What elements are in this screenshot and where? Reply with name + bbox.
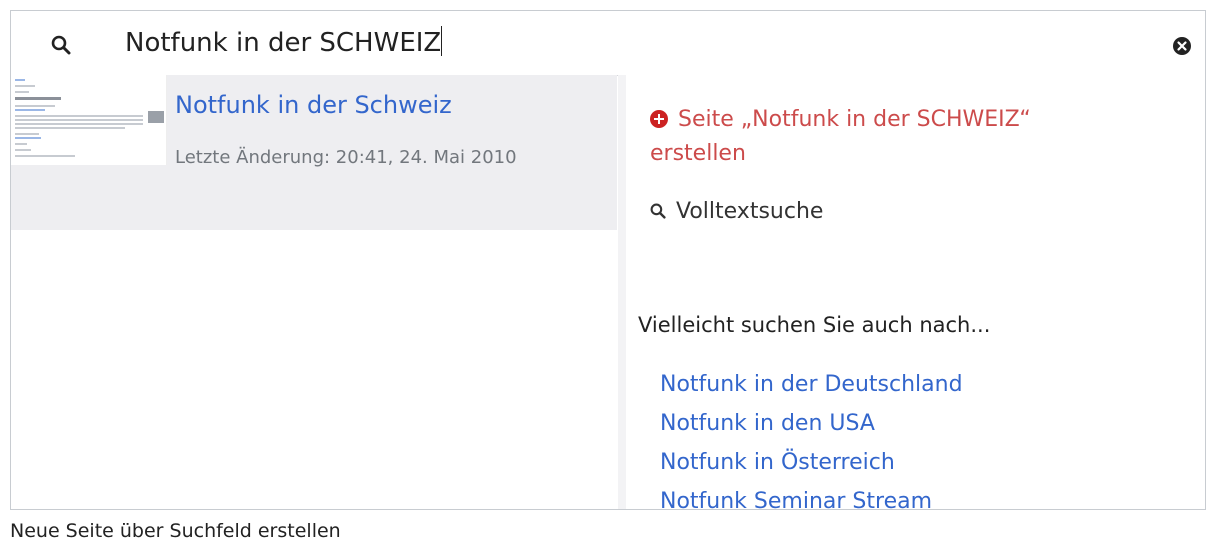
create-page-label: Seite „Notfunk in der SCHWEIZ“ erstellen [650, 107, 1031, 166]
result-meta: Letzte Änderung: 20:41, 24. Mai 2010 [175, 147, 517, 168]
search-input[interactable]: Notfunk in der SCHWEIZ [125, 25, 443, 61]
figure-caption: Neue Seite über Suchfeld erstellen [10, 520, 341, 542]
search-icon[interactable] [51, 35, 71, 55]
suggestion-link[interactable]: Notfunk in Österreich [660, 443, 963, 482]
clear-icon[interactable] [1173, 37, 1191, 55]
plus-circle-icon [650, 110, 668, 128]
fulltext-search-link[interactable]: Volltextsuche [650, 199, 823, 224]
result-title[interactable]: Notfunk in der Schweiz [175, 91, 452, 119]
search-bar[interactable]: Notfunk in der SCHWEIZ [11, 11, 1205, 76]
text-caret [441, 26, 443, 56]
suggestion-link[interactable]: Notfunk Seminar Stream [660, 482, 963, 509]
suggestions-list: Notfunk in der Deutschland Notfunk in de… [660, 365, 963, 509]
suggestions-heading: Vielleicht suchen Sie auch nach... [638, 313, 991, 337]
suggestion-link[interactable]: Notfunk in den USA [660, 404, 963, 443]
search-overlay: Notfunk in der SCHWEIZ Notfunk in der Sc… [10, 10, 1206, 510]
suggestion-link[interactable]: Notfunk in der Deutschland [660, 365, 963, 404]
results-pane: Notfunk in der Schweiz Letzte Änderung: … [11, 75, 617, 509]
pane-divider [618, 75, 626, 509]
actions-pane: Seite „Notfunk in der SCHWEIZ“ erstellen… [626, 75, 1205, 509]
search-query: Notfunk in der SCHWEIZ [125, 28, 442, 58]
result-item[interactable]: Notfunk in der Schweiz Letzte Änderung: … [11, 75, 617, 230]
create-page-link[interactable]: Seite „Notfunk in der SCHWEIZ“ erstellen [650, 103, 1090, 171]
search-icon [650, 203, 666, 219]
fulltext-label: Volltextsuche [676, 199, 824, 224]
result-thumbnail[interactable] [11, 75, 167, 165]
